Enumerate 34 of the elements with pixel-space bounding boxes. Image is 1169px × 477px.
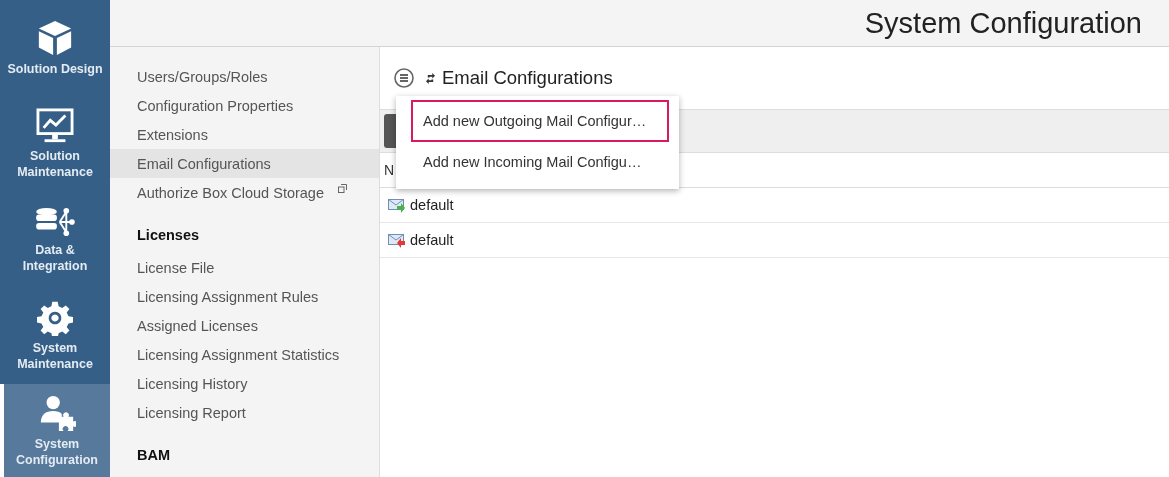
sidebar-item[interactable]: License File [110, 253, 379, 282]
box-icon [36, 19, 74, 57]
refresh-icon[interactable] [426, 71, 435, 85]
mail-icon [388, 231, 406, 249]
gear-icon [37, 300, 73, 336]
nav-item[interactable]: System Configuration [0, 384, 110, 477]
sidebar-item[interactable]: Email Configurations [110, 149, 379, 178]
nav-item[interactable]: Solution Maintenance [0, 96, 110, 192]
menu-item[interactable]: Add new Incoming Mail Configu… [396, 142, 669, 181]
sidebar-item[interactable]: Extensions [110, 120, 379, 149]
menu-item[interactable]: Add new Outgoing Mail Configur… [411, 100, 669, 142]
nav-item[interactable]: Solution Design [0, 0, 110, 96]
sidebar-item[interactable]: Licensing Report [110, 398, 379, 427]
nav-item[interactable]: System Maintenance [0, 288, 110, 384]
section-heading: Licenses [136, 226, 201, 245]
sidebar-item[interactable]: Licensing Assignment Statistics [110, 340, 379, 369]
table-cell: default [410, 232, 454, 248]
sidebar-item[interactable]: Assigned Licenses [110, 311, 379, 340]
user-puzzle-icon [38, 393, 76, 432]
mail-icon [388, 196, 406, 214]
table-cell: default [410, 197, 454, 213]
panel-title: Email Configurations [442, 67, 613, 89]
database-network-icon [35, 206, 75, 238]
column-header: N [384, 162, 395, 178]
sidebar-item[interactable]: Users/Groups/Roles [110, 62, 379, 91]
sidebar-item[interactable]: Licensing History [110, 369, 379, 398]
sidebar-item[interactable]: Licensing Assignment Rules [110, 282, 379, 311]
monitor-chart-icon [36, 108, 74, 144]
section-heading: BAM [136, 446, 172, 465]
menu-icon[interactable] [394, 68, 414, 88]
sidebar-item[interactable]: Configuration Properties [110, 91, 379, 120]
page-title: System Configuration [864, 6, 1142, 40]
nav-item[interactable]: Data & Integration [0, 192, 110, 288]
sidebar-item[interactable]: Authorize Box Cloud Storage [110, 178, 379, 207]
